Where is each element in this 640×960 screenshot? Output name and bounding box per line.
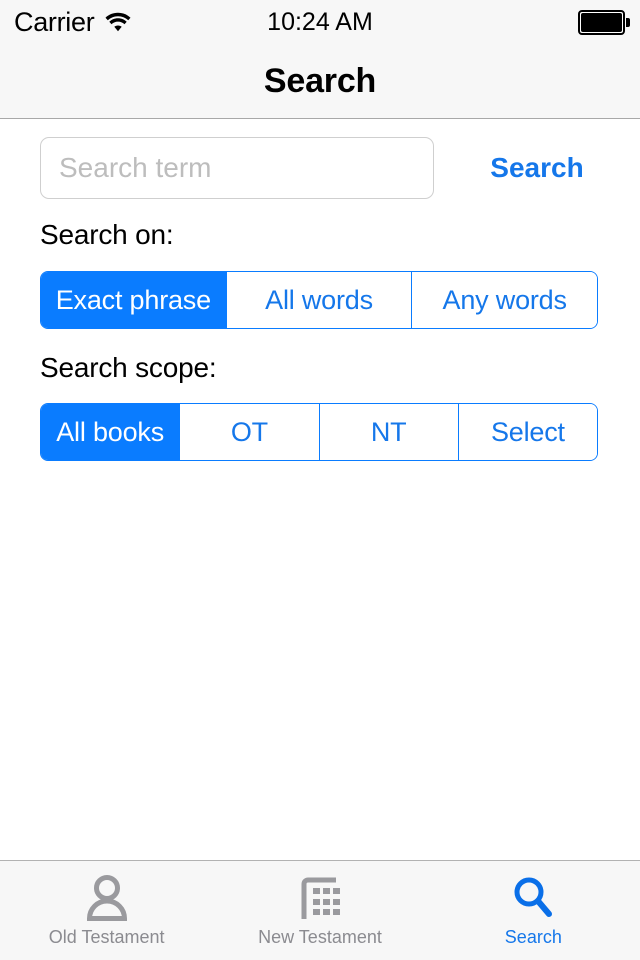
search-row: Search: [40, 137, 600, 199]
segment-exact-phrase[interactable]: Exact phrase: [41, 272, 226, 328]
status-bar-clock: 10:24 AM: [267, 7, 373, 36]
tab-new-testament[interactable]: New Testament: [213, 861, 426, 960]
search-on-label: Search on:: [40, 219, 174, 250]
building-grid-icon: [292, 873, 348, 923]
segment-select[interactable]: Select: [457, 404, 597, 460]
tab-label-new-testament: New Testament: [258, 927, 382, 947]
page-title: Search: [263, 61, 377, 100]
search-submit-button[interactable]: Search: [474, 137, 600, 199]
navigation-bar: Search: [0, 44, 640, 119]
search-input[interactable]: [40, 137, 434, 199]
battery-full-icon: [578, 9, 630, 35]
status-bar-right: [578, 0, 630, 44]
search-scope-segmented-control[interactable]: All books OT NT Select: [40, 403, 598, 461]
tab-label-search: Search: [504, 927, 562, 947]
tab-label-old-testament: Old Testament: [48, 927, 165, 947]
magnifier-icon: [505, 873, 561, 923]
app-screen: Carrier 10:24 AM Search Search term Sear…: [0, 0, 640, 960]
main-content: Search Search on: Exact phrase All words…: [0, 120, 640, 860]
segment-all-words[interactable]: All words: [225, 272, 412, 328]
segment-ot[interactable]: OT: [179, 404, 319, 460]
status-bar: Carrier 10:24 AM: [0, 0, 640, 44]
tab-bar: Old Testament New Testament Search: [0, 860, 640, 960]
segment-any-words[interactable]: Any words: [411, 272, 597, 328]
tab-old-testament[interactable]: Old Testament: [0, 861, 213, 960]
segment-all-books[interactable]: All books: [41, 404, 180, 460]
segment-nt[interactable]: NT: [318, 404, 458, 460]
search-scope-label: Search scope:: [40, 352, 217, 383]
person-icon: [79, 873, 135, 923]
search-on-segmented-control[interactable]: Exact phrase All words Any words: [40, 271, 598, 329]
tab-search[interactable]: Search: [427, 861, 640, 960]
